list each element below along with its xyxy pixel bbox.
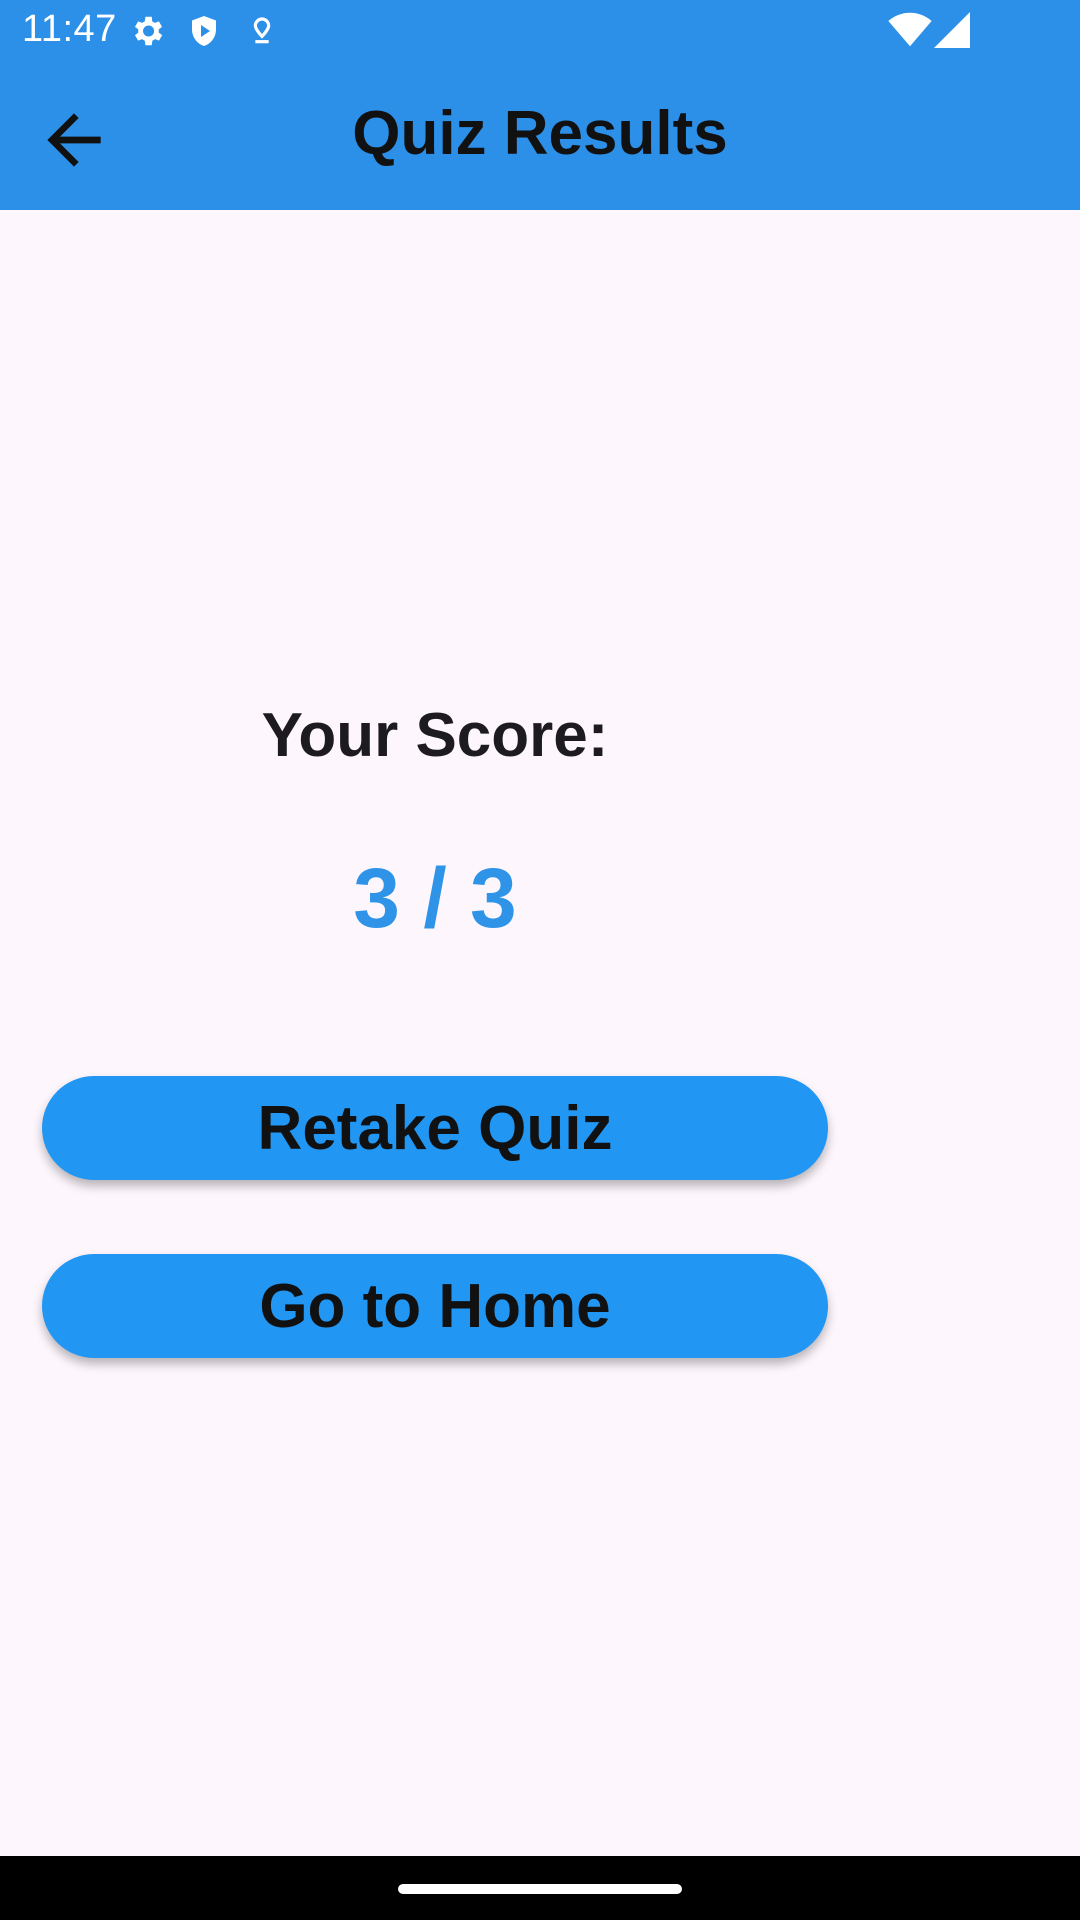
arrow-back-icon	[34, 113, 114, 184]
retake-quiz-button[interactable]: Retake Quiz	[42, 1076, 828, 1180]
location-pin-icon	[246, 12, 278, 55]
shield-play-icon	[186, 12, 222, 55]
home-indicator[interactable]	[398, 1884, 682, 1894]
status-time: 11:47	[22, 8, 117, 50]
go-to-home-button[interactable]: Go to Home	[42, 1254, 828, 1358]
cell-signal-icon	[934, 12, 970, 53]
page-title: Quiz Results	[352, 99, 728, 168]
score-label: Your Score:	[261, 701, 609, 770]
gear-icon	[128, 12, 166, 55]
score-value: 3 / 3	[353, 851, 517, 945]
status-bar: 11:47	[0, 0, 1080, 62]
app-bar: Quiz Results	[0, 62, 1080, 210]
wifi-icon	[888, 12, 932, 53]
results-content: Your Score: 3 / 3 Retake Quiz Go to Home	[0, 210, 1080, 1856]
navigation-bar	[0, 1856, 1080, 1920]
